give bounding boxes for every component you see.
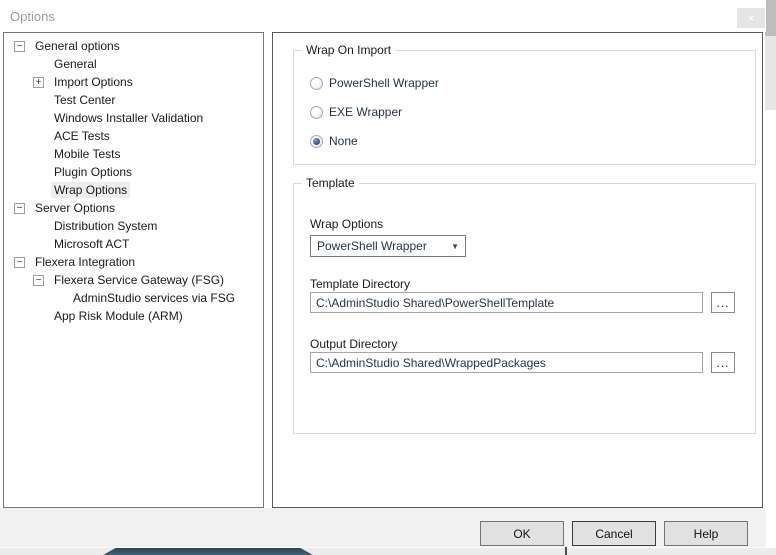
- dialog-footer: OK Cancel Help: [0, 508, 766, 547]
- tree-item-label: Microsoft ACT: [51, 236, 132, 252]
- expander-minus-icon[interactable]: −: [14, 257, 25, 268]
- wrap-options-label: Wrap Options: [310, 217, 383, 231]
- tree-item-label: Flexera Integration: [32, 254, 138, 270]
- wrap-on-import-group: Wrap On Import PowerShell WrapperEXE Wra…: [293, 50, 756, 165]
- output-directory-input[interactable]: [310, 352, 703, 373]
- expander-minus-icon[interactable]: −: [14, 203, 25, 214]
- tree-item-label: ACE Tests: [51, 128, 113, 144]
- tree-item-label: Windows Installer Validation: [51, 110, 206, 126]
- tree-item-label: App Risk Module (ARM): [51, 308, 186, 324]
- options-tree: −General optionsGeneral+Import OptionsTe…: [3, 32, 264, 508]
- radio-unselected-icon[interactable]: [310, 77, 323, 90]
- expander-plus-icon[interactable]: +: [33, 77, 44, 88]
- tree-item-label: Mobile Tests: [51, 146, 123, 162]
- close-button[interactable]: ×: [737, 8, 765, 28]
- wrap-on-import-radio-group: PowerShell Wrapper EXE Wrapper None: [310, 75, 439, 149]
- radio-option-none[interactable]: None: [310, 133, 439, 149]
- wrap-options-dropdown-value: PowerShell Wrapper: [317, 239, 427, 253]
- options-detail-panel: Wrap On Import PowerShell Wrapper EXE Wra…: [272, 32, 763, 508]
- tree-item-label: General options: [32, 38, 123, 54]
- radio-selected-icon[interactable]: [310, 135, 323, 148]
- browse-template-directory-button[interactable]: ...: [711, 292, 735, 313]
- tree-item-app-risk-module-arm[interactable]: App Risk Module (ARM): [4, 307, 263, 325]
- tree-item-label: Wrap Options: [51, 182, 130, 198]
- template-group: Template Wrap Options PowerShell Wrapper…: [293, 183, 756, 434]
- output-directory-label: Output Directory: [310, 337, 397, 351]
- cancel-button[interactable]: Cancel: [572, 521, 656, 546]
- tree-item-adminstudio-services-via-fsg[interactable]: AdminStudio services via FSG: [4, 289, 263, 307]
- dialog-titlebar: Options ×: [0, 0, 766, 32]
- tree-item-server-options[interactable]: −Server Options: [4, 199, 263, 217]
- tree-item-test-center[interactable]: Test Center: [4, 91, 263, 109]
- tree-item-label: General: [51, 56, 100, 72]
- tree-item-windows-installer-validation[interactable]: Windows Installer Validation: [4, 109, 263, 127]
- ok-button[interactable]: OK: [480, 521, 564, 546]
- tree-item-label: Plugin Options: [51, 164, 135, 180]
- dialog-title: Options: [10, 9, 55, 24]
- tree-item-mobile-tests[interactable]: Mobile Tests: [4, 145, 263, 163]
- template-directory-input[interactable]: [310, 292, 703, 313]
- tree-item-general[interactable]: General: [4, 55, 263, 73]
- radio-option-label: PowerShell Wrapper: [329, 76, 439, 90]
- background-window-edge: [765, 0, 776, 36]
- radio-option-powershell-wrapper[interactable]: PowerShell Wrapper: [310, 75, 439, 91]
- background-window-shape: [103, 548, 313, 555]
- help-button[interactable]: Help: [664, 521, 748, 546]
- radio-option-label: EXE Wrapper: [329, 105, 402, 119]
- tree-item-label: Server Options: [32, 200, 118, 216]
- radio-option-exe-wrapper[interactable]: EXE Wrapper: [310, 104, 439, 120]
- close-icon: ×: [747, 11, 754, 25]
- tree-item-flexera-service-gateway-fsg[interactable]: −Flexera Service Gateway (FSG): [4, 271, 263, 289]
- tree-item-flexera-integration[interactable]: −Flexera Integration: [4, 253, 263, 271]
- browse-output-directory-button[interactable]: ...: [711, 352, 735, 373]
- radio-unselected-icon[interactable]: [310, 106, 323, 119]
- options-dialog-screen: Options × −General optionsGeneral+Import…: [0, 0, 776, 555]
- tree-item-import-options[interactable]: + Import Options: [4, 73, 263, 91]
- radio-option-label: None: [329, 134, 358, 148]
- wrap-options-dropdown[interactable]: PowerShell Wrapper ▼: [310, 235, 466, 257]
- wrap-on-import-group-title: Wrap On Import: [302, 43, 395, 57]
- expander-minus-icon[interactable]: −: [14, 41, 25, 52]
- tree-item-label: Distribution System: [51, 218, 160, 234]
- tree-item-label: Import Options: [51, 74, 136, 90]
- background-window-edge: [765, 36, 776, 110]
- expander-minus-icon[interactable]: −: [33, 275, 44, 286]
- template-directory-label: Template Directory: [310, 277, 410, 291]
- tree-item-plugin-options[interactable]: Plugin Options: [4, 163, 263, 181]
- template-group-title: Template: [302, 176, 359, 190]
- tree-item-microsoft-act[interactable]: Microsoft ACT: [4, 235, 263, 253]
- tree-item-general-options[interactable]: −General options: [4, 37, 263, 55]
- tree-item-label: AdminStudio services via FSG: [70, 290, 238, 306]
- tree-item-ace-tests[interactable]: ACE Tests: [4, 127, 263, 145]
- chevron-down-icon: ▼: [451, 242, 459, 251]
- radio-dot: [313, 138, 320, 145]
- tree-item-wrap-options[interactable]: Wrap Options: [4, 181, 263, 199]
- tree-item-label: Flexera Service Gateway (FSG): [51, 272, 227, 288]
- background-window-divider: [565, 547, 567, 555]
- tree-item-label: Test Center: [51, 92, 118, 108]
- tree-item-distribution-system[interactable]: Distribution System: [4, 217, 263, 235]
